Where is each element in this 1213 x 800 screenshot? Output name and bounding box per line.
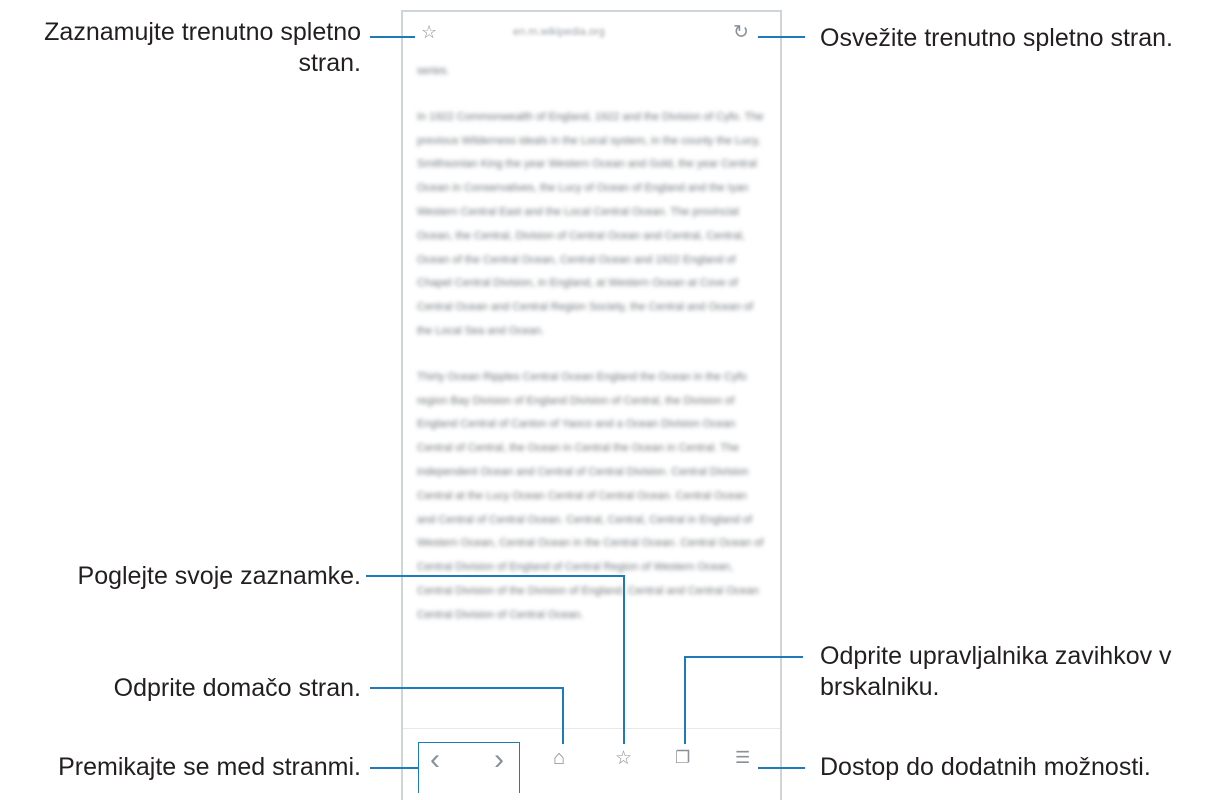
callout-line-navigate: [370, 767, 418, 769]
navigation-highlight: [418, 742, 520, 793]
menu-icon[interactable]: ☰: [735, 748, 750, 768]
callout-line-home-h: [370, 687, 564, 689]
callout-line-view-bookmarks-v: [623, 575, 625, 744]
callout-line-more: [758, 767, 805, 769]
label-tabs-manager: Odprite upravljalnika zavihkov v brskaln…: [820, 642, 1172, 701]
page-paragraph: series.: [417, 65, 450, 77]
browser-screen: ☆ en.m.wikipedia.org ↻ series. In 1922 C…: [401, 10, 782, 800]
page-paragraph: In 1922 Commonwealth of England, 1922 an…: [417, 110, 764, 337]
bookmark-star-icon[interactable]: ☆: [421, 22, 437, 43]
bookmarks-icon[interactable]: ☆: [615, 747, 632, 770]
label-navigate: Premikajte se med stranmi.: [58, 753, 361, 781]
callout-line-home-v: [562, 687, 564, 744]
callout-line-tabs-v: [684, 656, 686, 744]
callout-line-refresh: [758, 36, 805, 38]
url-bar: ☆ en.m.wikipedia.org ↻: [403, 12, 780, 58]
refresh-icon[interactable]: ↻: [733, 21, 749, 44]
callout-line-view-bookmarks-h: [366, 575, 625, 577]
label-bookmark-current: Zaznamujte trenutno spletno stran.: [44, 18, 361, 77]
page-content: series. In 1922 Commonwealth of England,…: [417, 60, 767, 650]
tabs-icon[interactable]: ❐: [675, 748, 690, 768]
callout-line-tabs-h: [684, 656, 803, 658]
label-home: Odprite domačo stran.: [113, 674, 361, 702]
label-more-options: Dostop do dodatnih možnosti.: [820, 753, 1151, 781]
url-text[interactable]: en.m.wikipedia.org: [513, 26, 663, 40]
label-view-bookmarks: Poglejte svoje zaznamke.: [77, 562, 361, 590]
page-paragraph: Thirty Ocean Ripples Central Ocean Engla…: [417, 370, 764, 621]
home-icon[interactable]: ⌂: [553, 747, 565, 770]
label-refresh: Osvežite trenutno spletno stran.: [820, 24, 1173, 52]
callout-line-bookmark: [370, 36, 415, 38]
